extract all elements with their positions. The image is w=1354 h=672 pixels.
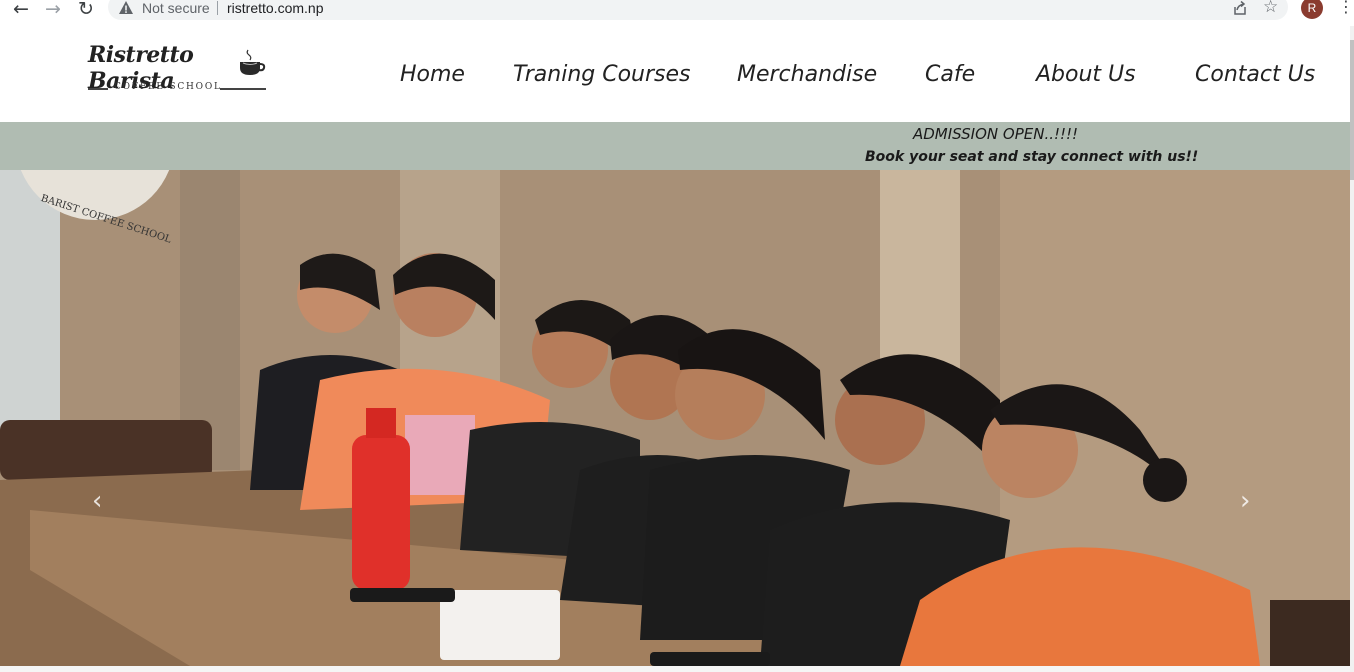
nav-merchandise[interactable]: Merchandise	[737, 61, 877, 89]
address-divider	[217, 1, 218, 15]
hero-photo: BARIST COFFEE SCHOOL	[0, 170, 1350, 666]
security-status-label[interactable]: Not secure	[142, 0, 210, 16]
site-logo[interactable]: Ristretto Barista COFFEE SCHOOL	[86, 40, 270, 100]
bookmark-star-icon[interactable]: ☆	[1263, 0, 1278, 16]
nav-training-courses[interactable]: Traning Courses	[513, 61, 690, 89]
browser-toolbar: ← → ↻ Not secure ristretto.com.np ☆ R ⋮	[0, 0, 1354, 22]
carousel-next-icon[interactable]: ›	[1240, 488, 1250, 514]
forward-arrow-icon[interactable]: →	[42, 0, 64, 20]
url-text[interactable]: ristretto.com.np	[227, 0, 323, 16]
nav-home[interactable]: Home	[400, 61, 465, 89]
carousel-prev-icon[interactable]: ‹	[92, 488, 102, 514]
back-arrow-icon[interactable]: ←	[10, 0, 32, 20]
admission-headline: ADMISSION OPEN..!!!!	[913, 125, 1079, 143]
nav-contact-us[interactable]: Contact Us	[1195, 61, 1315, 89]
admission-subtext: Book your seat and stay connect with us!…	[865, 149, 1199, 165]
reload-icon[interactable]: ↻	[75, 0, 97, 20]
admission-banner: ADMISSION OPEN..!!!! Book your seat and …	[0, 122, 1350, 170]
profile-avatar[interactable]: R	[1301, 0, 1323, 19]
nav-cafe[interactable]: Cafe	[925, 61, 975, 89]
scrollbar-thumb[interactable]	[1350, 40, 1354, 180]
logo-rule-left	[88, 88, 108, 90]
page-bottom-strip	[0, 666, 1350, 672]
warning-icon[interactable]	[118, 0, 134, 16]
logo-subtitle: COFFEE SCHOOL	[114, 82, 222, 92]
site-header: Ristretto Barista COFFEE SCHOOL Home Tra…	[0, 26, 1350, 122]
logo-rule-right	[220, 88, 266, 90]
browser-menu-icon[interactable]: ⋮	[1338, 0, 1354, 15]
share-icon[interactable]	[1232, 0, 1248, 16]
nav-about-us[interactable]: About Us	[1036, 61, 1136, 89]
coffee-cup-icon	[240, 49, 266, 75]
hero-carousel: BARIST COFFEE SCHOOL ‹ ›	[0, 170, 1350, 666]
